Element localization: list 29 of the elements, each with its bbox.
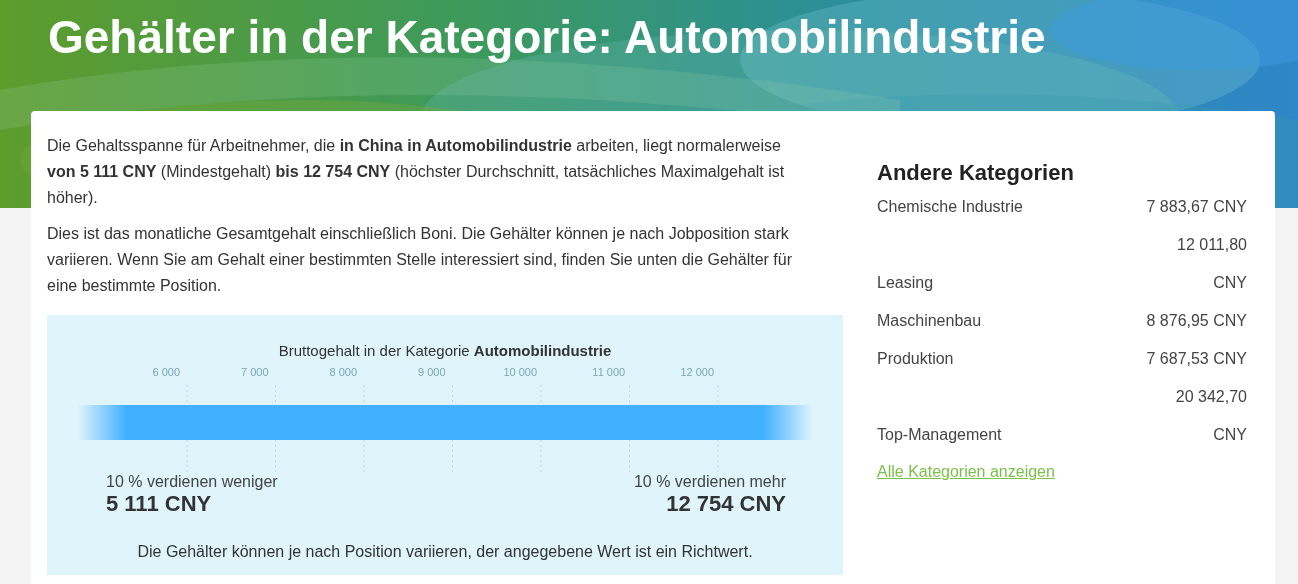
tick-label: 8 000 xyxy=(328,365,358,379)
tick-label: 12 000 xyxy=(679,365,716,379)
percentile-label: 10 % verdienen weniger xyxy=(106,473,278,491)
page-title: Gehälter in der Kategorie: Automobilindustrie xyxy=(48,10,1046,65)
category-salary: 12 011,80 xyxy=(1177,235,1247,255)
sidebar-heading: Andere Kategorien xyxy=(877,159,1075,187)
category-salary: 7 687,53 CNY xyxy=(1146,349,1247,369)
percentile-label: 10 % verdienen mehr xyxy=(633,473,786,491)
category-salary: 7 883,67 CNY xyxy=(1146,197,1247,217)
tick-label: 6 000 xyxy=(151,365,181,379)
tick-label: 7 000 xyxy=(240,365,270,379)
paragraph: Dies ist das monatliche Gesamtgehalt einschließlich Boni. Die Gehälter können je nach Jobposition stark variieren. Wenn Sie am Gehalt einer bestimmten Stelle interessiert sind, finden Sie unten die Gehälter für eine bestimmte Position. xyxy=(47,224,793,296)
category-name[interactable]: Top-Management xyxy=(877,425,1002,445)
category-name[interactable]: Chemische Industrie xyxy=(877,197,1023,217)
tick-label: 11 000 xyxy=(591,365,627,379)
category-salary: 8 876,95 CNY xyxy=(1146,311,1247,331)
salary-value: 12 754 CNY xyxy=(666,491,786,517)
paragraph: Die Gehaltsspanne für Arbeitnehmer, die in China in Automobilindustrie arbeiten, liegt normalerweise von 5 111 CNY (Mindestgehalt) bis 12 754 CNY (höchster Durchschnitt, tatsächliches Maximalgehalt ist höher). xyxy=(47,136,786,208)
tick-label: 10 000 xyxy=(502,365,539,379)
salary-value: 5 111 CNY xyxy=(106,491,213,517)
category-name[interactable]: Leasing xyxy=(877,273,934,293)
category-salary: CNY xyxy=(1213,273,1247,293)
category-salary: 20 342,70 xyxy=(1175,387,1247,407)
range-title: Bruttogehalt in der Kategorie Automobilindustrie xyxy=(277,341,613,361)
tick-label: 9 000 xyxy=(417,365,447,379)
category-salary: CNY xyxy=(1213,425,1247,445)
category-name[interactable]: Maschinenbau xyxy=(877,311,982,331)
range-note: Die Gehälter können je nach Position variieren, der angegebene Wert ist ein Richtwert. xyxy=(136,542,754,562)
category-name[interactable]: Produktion xyxy=(877,349,954,369)
